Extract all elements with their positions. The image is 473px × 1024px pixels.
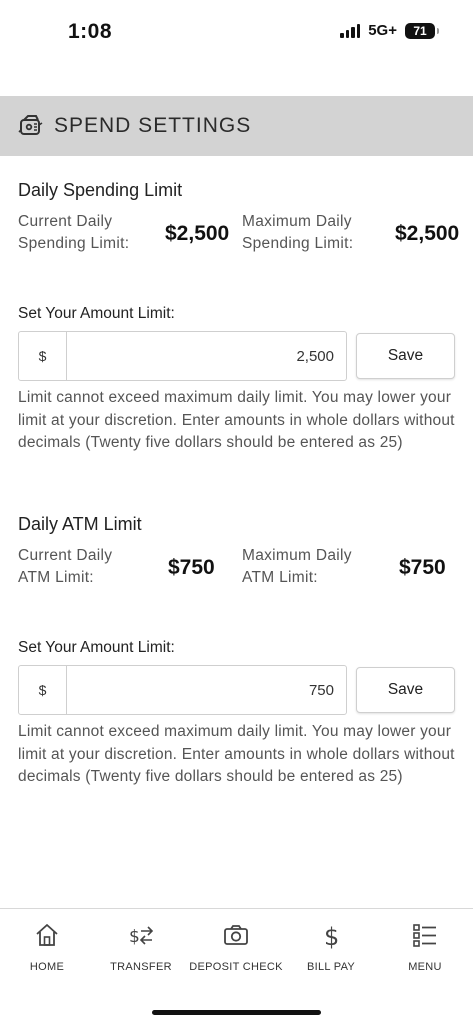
- nav-home-label: HOME: [29, 961, 65, 973]
- cellular-signal-icon: [340, 23, 361, 38]
- nav-transfer[interactable]: $ TRANSFER: [94, 921, 188, 983]
- current-spending-limit-value: $2,500: [165, 222, 230, 245]
- nav-home[interactable]: HOME: [0, 921, 94, 983]
- nav-deposit-check[interactable]: DEPOSIT CHECK: [189, 921, 283, 983]
- spending-limit-help-text: Limit cannot exceed maximum daily limit.…: [18, 389, 455, 451]
- maximum-atm-limit-label: Maximum Daily ATM Limit:: [242, 547, 352, 586]
- atm-amount-input[interactable]: [67, 666, 346, 714]
- bottom-nav: HOME $ TRANSFER DEPOSIT CHECK $ BILL PAY…: [0, 908, 473, 1024]
- current-atm-limit-value: $750: [168, 556, 215, 579]
- atm-amount-field: $: [18, 665, 347, 715]
- status-time: 1:08: [68, 20, 113, 43]
- save-spending-limit-button[interactable]: Save: [356, 333, 455, 379]
- nav-bill-pay[interactable]: $ BILL PAY: [284, 921, 378, 983]
- home-indicator: [152, 1010, 321, 1015]
- spending-amount-field: $: [18, 331, 347, 381]
- maximum-spending-limit-label: Maximum Daily Spending Limit:: [242, 213, 354, 252]
- battery-icon: 71: [405, 22, 439, 39]
- nav-menu-label: MENU: [408, 961, 442, 973]
- menu-list-icon: [413, 924, 436, 947]
- set-spending-limit-label: Set Your Amount Limit:: [18, 305, 175, 322]
- current-spending-limit-label: Current Daily Spending Limit:: [18, 213, 130, 252]
- wallet-settings-icon: [18, 115, 43, 135]
- page-header: SPEND SETTINGS: [0, 96, 473, 156]
- nav-transfer-label: TRANSFER: [110, 961, 172, 973]
- nav-bill-pay-label: BILL PAY: [306, 961, 356, 973]
- svg-text:$: $: [324, 923, 339, 949]
- daily-spending-title: Daily Spending Limit: [18, 180, 183, 200]
- spending-amount-input[interactable]: [67, 332, 346, 380]
- nav-menu[interactable]: MENU: [378, 921, 472, 983]
- maximum-atm-limit-value: $750: [399, 556, 446, 579]
- set-atm-limit-label: Set Your Amount Limit:: [18, 639, 175, 656]
- battery-level: 71: [413, 23, 427, 38]
- transfer-icon: $: [129, 926, 154, 947]
- currency-prefix: $: [19, 666, 67, 714]
- currency-prefix: $: [19, 332, 67, 380]
- page-title: SPEND SETTINGS: [54, 114, 252, 137]
- dollar-icon: $: [324, 923, 339, 949]
- nav-deposit-check-label: DEPOSIT CHECK: [189, 961, 283, 973]
- current-atm-limit-label: Current Daily ATM Limit:: [18, 547, 113, 586]
- svg-text:$: $: [129, 927, 140, 947]
- maximum-spending-limit-value: $2,500: [395, 222, 460, 245]
- daily-atm-title: Daily ATM Limit: [18, 514, 142, 534]
- save-atm-limit-button[interactable]: Save: [356, 667, 455, 713]
- network-type: 5G+: [368, 22, 397, 39]
- status-indicators: 5G+ 71: [340, 22, 439, 39]
- atm-limit-help-text: Limit cannot exceed maximum daily limit.…: [18, 723, 455, 785]
- status-bar: 1:08 5G+ 71: [0, 0, 473, 64]
- home-icon: [36, 924, 58, 946]
- camera-icon: [224, 925, 248, 945]
